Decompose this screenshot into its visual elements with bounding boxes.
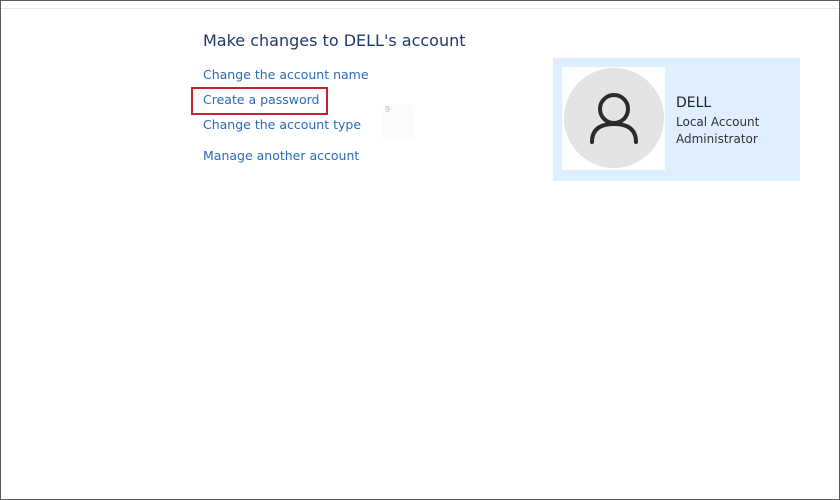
avatar [562, 67, 665, 170]
account-type: Local Account [676, 115, 760, 129]
account-role: Administrator [676, 132, 758, 146]
account-card: DELL Local Account Administrator [553, 58, 800, 181]
manage-another-account-link[interactable]: Manage another account [203, 148, 359, 163]
change-account-type-link[interactable]: Change the account type [203, 117, 361, 132]
top-divider [1, 8, 839, 9]
control-panel-window: Make changes to DELL's account Change th… [0, 0, 840, 500]
watermark-fragment: 9 [383, 105, 413, 139]
account-name: DELL [676, 95, 712, 111]
page-title: Make changes to DELL's account [203, 31, 466, 50]
change-account-name-link[interactable]: Change the account name [203, 67, 369, 82]
create-password-highlight [191, 87, 328, 115]
user-icon [590, 93, 638, 144]
